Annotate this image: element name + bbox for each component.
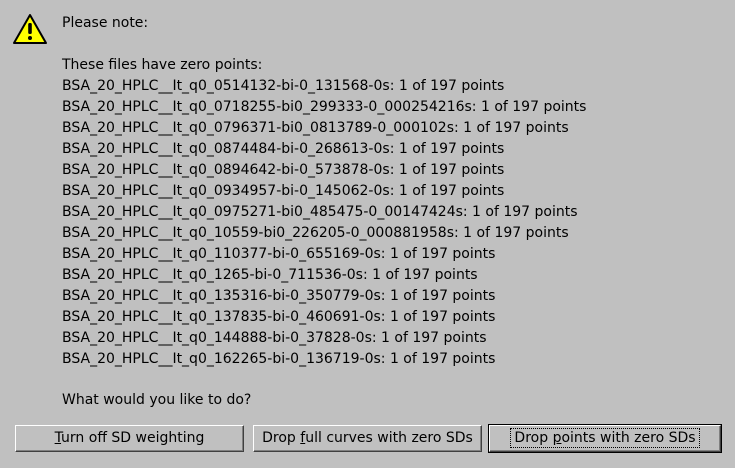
message-body: Please note: These files have zero point… — [62, 13, 722, 370]
file-item: BSA_20_HPLC__It_q0_0514132-bi-0_131568-0… — [62, 78, 505, 94]
file-item: BSA_20_HPLC__It_q0_144888-bi-0_37828-0s:… — [62, 330, 487, 346]
file-item: BSA_20_HPLC__It_q0_0934957-bi-0_145062-0… — [62, 183, 505, 199]
file-item: BSA_20_HPLC__It_q0_135316-bi-0_350779-0s… — [62, 288, 496, 304]
file-item: BSA_20_HPLC__It_q0_10559-bi0_226205-0_00… — [62, 225, 569, 241]
button-label: Turn off SD weighting — [54, 430, 205, 446]
file-item: BSA_20_HPLC__It_q0_0718255-bi0_299333-0_… — [62, 99, 587, 115]
file-item: BSA_20_HPLC__It_q0_0894642-bi-0_573878-0… — [62, 162, 505, 178]
file-item: BSA_20_HPLC__It_q0_0796371-bi0_0813789-0… — [62, 120, 569, 136]
button-label: Drop full curves with zero SDs — [262, 430, 473, 446]
file-item: BSA_20_HPLC__It_q0_0874484-bi-0_268613-0… — [62, 141, 505, 157]
file-item: BSA_20_HPLC__It_q0_110377-bi-0_655169-0s… — [62, 246, 496, 262]
file-item: BSA_20_HPLC__It_q0_1265-bi-0_711536-0s: … — [62, 267, 478, 283]
warning-icon — [13, 14, 47, 44]
file-item: BSA_20_HPLC__It_q0_137835-bi-0_460691-0s… — [62, 309, 496, 325]
drop-full-curves-button[interactable]: Drop full curves with zero SDs — [253, 425, 482, 452]
file-item: BSA_20_HPLC__It_q0_0975271-bi0_485475-0_… — [62, 204, 578, 220]
question-text: What would you like to do? — [62, 392, 252, 408]
file-item: BSA_20_HPLC__It_q0_162265-bi-0_136719-0s… — [62, 351, 496, 367]
button-label: Drop points with zero SDs — [510, 428, 700, 448]
files-header: These files have zero points: — [62, 57, 263, 73]
turn-off-sd-weighting-button[interactable]: Turn off SD weighting — [15, 425, 244, 452]
message-title: Please note: — [62, 15, 149, 31]
drop-points-button[interactable]: Drop points with zero SDs — [488, 424, 722, 453]
file-list: BSA_20_HPLC__It_q0_0514132-bi-0_131568-0… — [62, 76, 722, 370]
